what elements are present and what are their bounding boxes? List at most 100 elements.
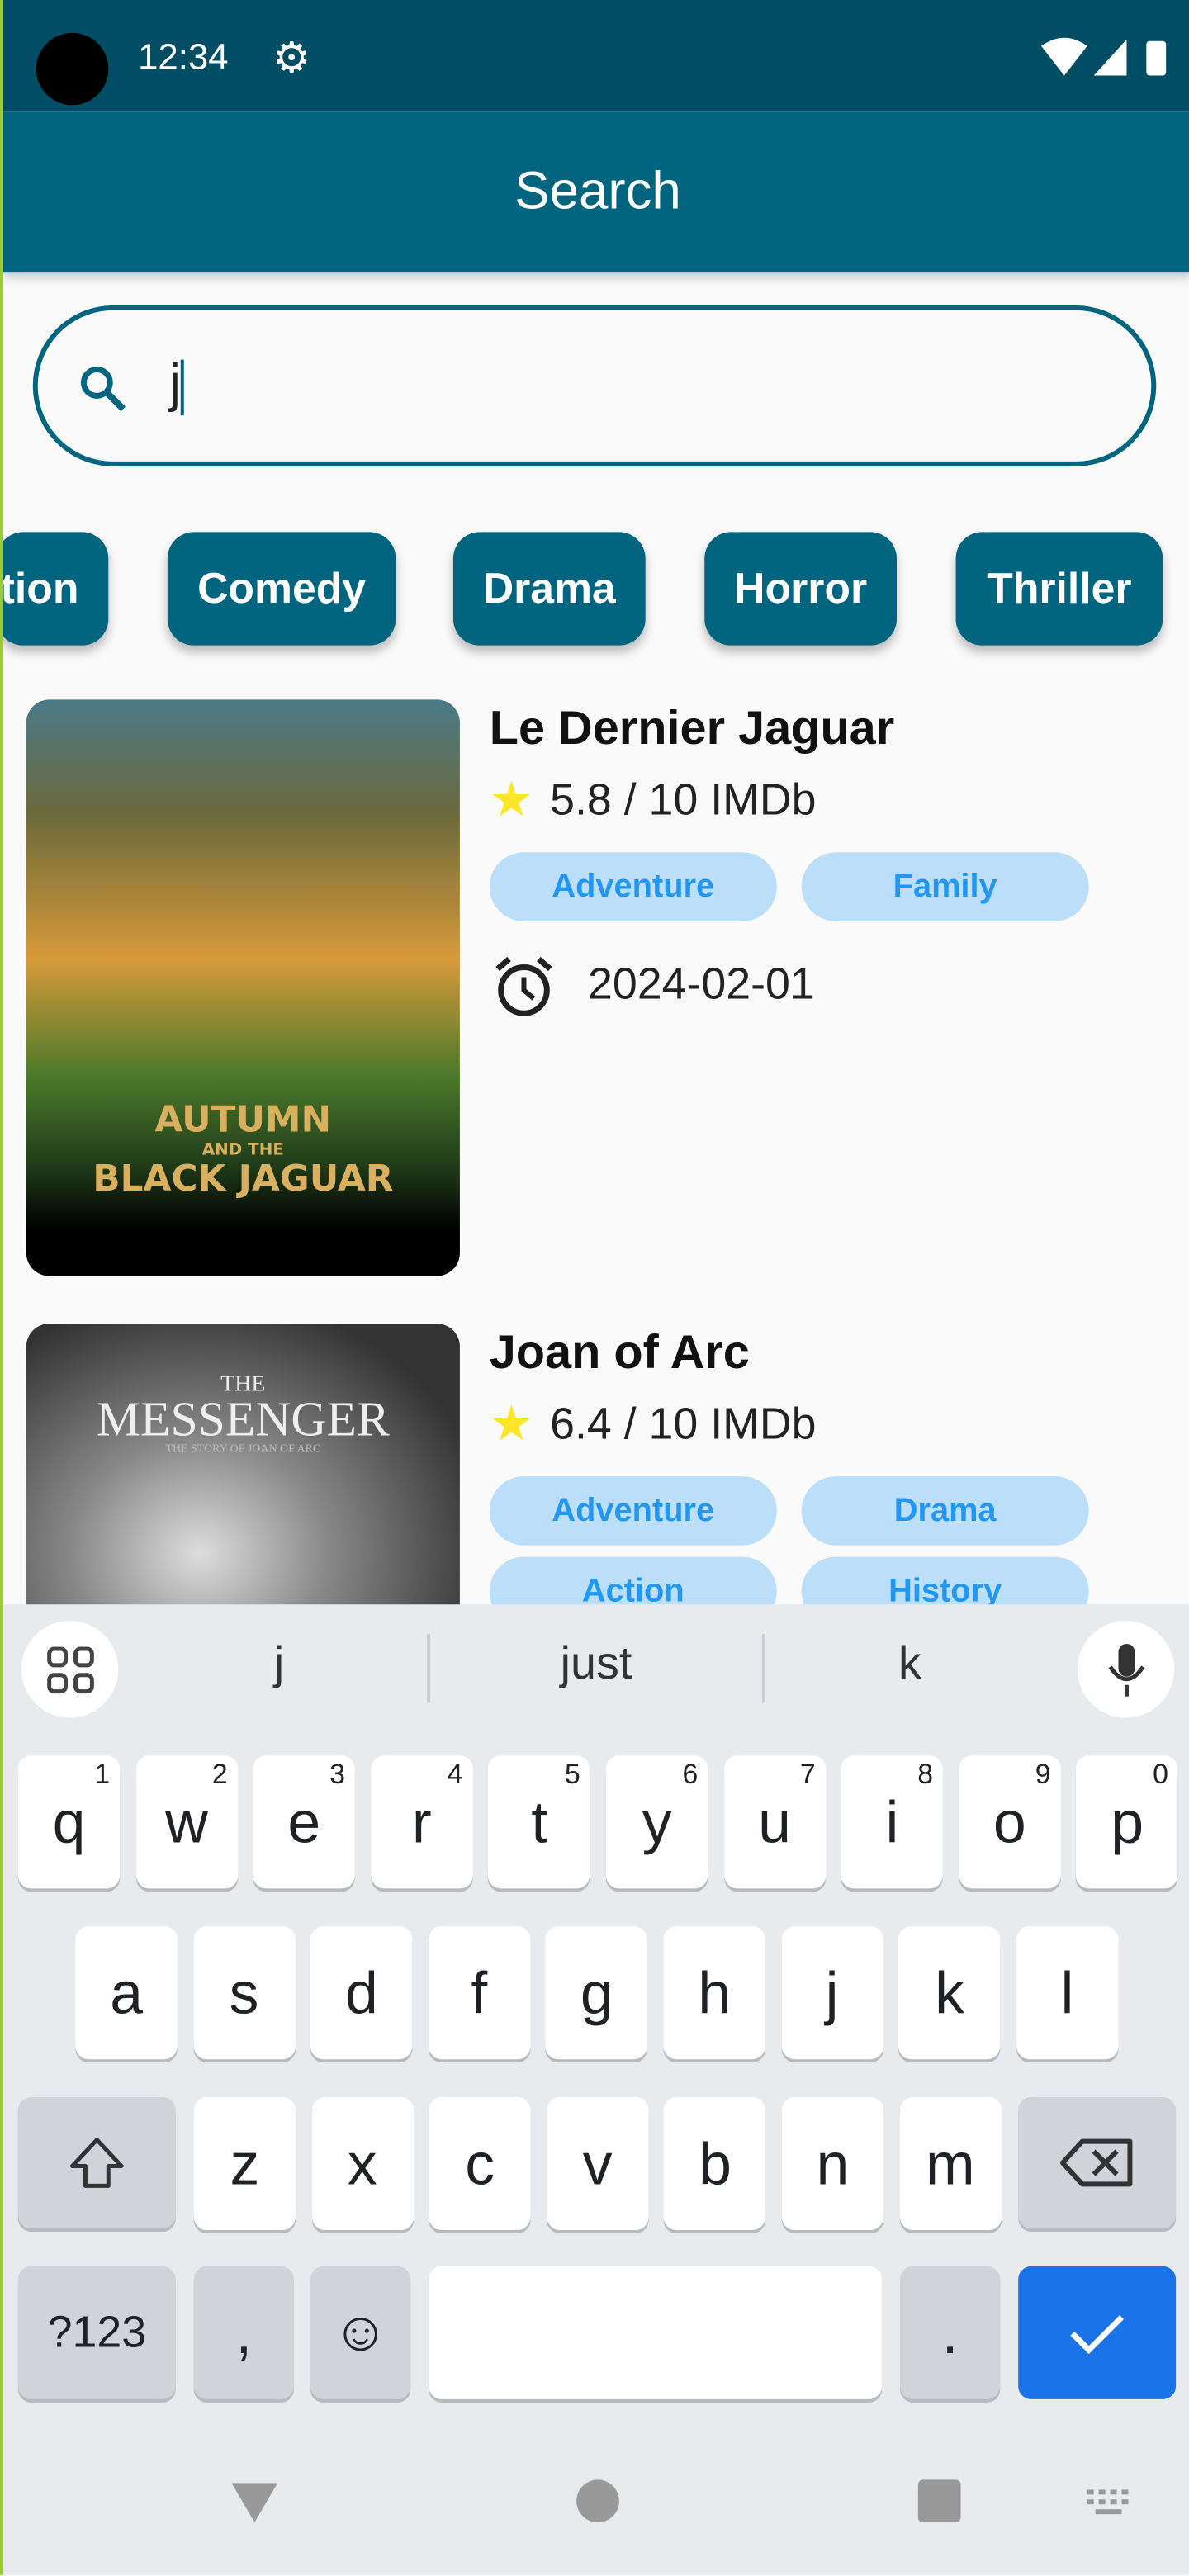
poster-text: BLACK JAGUAR: [92, 1159, 394, 1200]
letter-key[interactable]: f: [428, 1926, 531, 2060]
comma-key[interactable]: ,: [193, 2266, 295, 2399]
poster-text: AND THE: [201, 1141, 285, 1160]
star-icon: ★: [489, 1397, 534, 1452]
letter-key[interactable]: d: [310, 1926, 413, 2060]
letter-key[interactable]: t5: [488, 1755, 590, 1889]
emoji-key[interactable]: ☺: [310, 2266, 411, 2399]
key-label: k: [935, 1958, 964, 2026]
key-label: u: [758, 1788, 791, 1855]
key-label: w: [165, 1788, 208, 1855]
suggestion[interactable]: just: [440, 1637, 752, 1690]
movie-rating: ★ 5.8 / 10 IMDb: [490, 772, 817, 830]
microphone-icon[interactable]: [1077, 1621, 1175, 1718]
space-key[interactable]: [429, 2266, 883, 2399]
key-label: h: [698, 1958, 732, 2026]
movie-title[interactable]: Le Dernier Jaguar: [490, 703, 895, 757]
key-hint: 2: [211, 1759, 228, 1791]
letter-key[interactable]: o9: [959, 1755, 1061, 1889]
letter-key[interactable]: r4: [371, 1755, 473, 1889]
key-label: z: [230, 2129, 260, 2197]
search-input[interactable]: j: [32, 305, 1157, 466]
key-label: s: [229, 1958, 259, 2026]
shift-key[interactable]: [17, 2096, 176, 2229]
movie-poster[interactable]: THE MESSENGER THE STORY OF JOAN OF ARC: [26, 1324, 460, 1652]
letter-key[interactable]: y6: [605, 1755, 708, 1889]
battery-icon: [1146, 40, 1167, 76]
key-label: t: [531, 1788, 548, 1855]
movie-poster[interactable]: AUTUMN AND THE BLACK JAGUAR: [26, 699, 460, 1276]
genre-tag: Adventure: [489, 1476, 777, 1546]
divider: [427, 1634, 431, 1703]
settings-icon: ⚙: [272, 32, 311, 83]
key-label: y: [642, 1788, 672, 1855]
letter-key[interactable]: g: [546, 1926, 648, 2060]
letter-key[interactable]: n: [781, 2096, 884, 2231]
letter-key[interactable]: k: [898, 1926, 1001, 2060]
text-cursor: [181, 358, 184, 415]
status-bar: 12:34 ⚙: [2, 0, 1189, 112]
letter-key[interactable]: u7: [723, 1755, 826, 1889]
letter-key[interactable]: j: [780, 1926, 883, 2060]
signal-icon: [1093, 39, 1127, 76]
suggestion[interactable]: j: [123, 1637, 435, 1690]
key-label: n: [816, 2129, 850, 2197]
key-hint: 1: [94, 1759, 111, 1791]
key-label: v: [582, 2129, 613, 2197]
checkmark-icon: [1070, 2314, 1124, 2354]
suggestion[interactable]: k: [754, 1637, 1066, 1690]
recents-nav-icon[interactable]: [917, 2479, 961, 2523]
poster-text: AUTUMN: [154, 1100, 332, 1142]
status-icons: [1041, 37, 1167, 76]
alarm-clock-icon: [495, 956, 552, 1016]
emoji-icon: ☺: [332, 2300, 390, 2364]
letter-key[interactable]: b: [664, 2096, 766, 2231]
symbols-key[interactable]: ?123: [17, 2266, 176, 2399]
key-hint: 6: [682, 1759, 699, 1791]
letter-key[interactable]: z: [193, 2096, 296, 2231]
search-value: j: [168, 353, 182, 413]
key-label: e: [287, 1788, 321, 1855]
search-icon: [80, 367, 126, 412]
letter-key[interactable]: s: [192, 1926, 296, 2060]
letter-key[interactable]: x: [311, 2096, 414, 2231]
letter-key[interactable]: a: [75, 1926, 178, 2060]
backspace-icon: [1059, 2138, 1133, 2187]
letter-key[interactable]: q1: [17, 1755, 121, 1889]
genre-tag: Adventure: [489, 852, 777, 921]
apps-grid-icon[interactable]: [21, 1621, 119, 1718]
keyboard-hide-icon[interactable]: [1087, 2489, 1137, 2519]
release-date: 2024-02-01: [588, 959, 815, 1009]
key-label: r: [411, 1788, 432, 1855]
poster-text: THE STORY OF JOAN OF ARC: [165, 1442, 321, 1456]
genre-chip-comedy[interactable]: Comedy: [167, 532, 396, 646]
key-label: x: [347, 2129, 377, 2197]
letter-key[interactable]: v: [546, 2096, 649, 2231]
letter-key[interactable]: h: [663, 1926, 765, 2060]
letter-key[interactable]: e3: [253, 1755, 355, 1889]
home-nav-icon[interactable]: [576, 2479, 619, 2523]
letter-key[interactable]: c: [429, 2096, 531, 2231]
genre-chip-horror[interactable]: Horror: [704, 532, 897, 646]
backspace-key[interactable]: [1018, 2096, 1177, 2229]
letter-key[interactable]: m: [899, 2096, 1002, 2231]
enter-key[interactable]: [1018, 2266, 1177, 2399]
genre-tag: Family: [801, 852, 1089, 921]
back-nav-icon[interactable]: [228, 2479, 281, 2526]
star-icon: ★: [489, 773, 534, 828]
movie-title[interactable]: Joan of Arc: [490, 1327, 750, 1381]
rating-text: 5.8 / 10 IMDb: [550, 774, 817, 825]
letter-key[interactable]: i8: [841, 1755, 944, 1889]
genre-chip-action[interactable]: tion: [2, 532, 109, 646]
genre-chip-drama[interactable]: Drama: [452, 532, 646, 646]
key-label: l: [1060, 1958, 1074, 2026]
key-hint: 4: [447, 1759, 463, 1791]
key-label: f: [471, 1958, 488, 2026]
letter-key[interactable]: l: [1016, 1926, 1119, 2060]
key-label: j: [825, 1958, 839, 2026]
letter-key[interactable]: w2: [135, 1755, 238, 1889]
period-key[interactable]: .: [899, 2266, 1001, 2399]
key-label: c: [465, 2129, 495, 2197]
key-label: o: [992, 1788, 1026, 1855]
genre-chip-thriller[interactable]: Thriller: [955, 532, 1163, 646]
letter-key[interactable]: p0: [1076, 1755, 1178, 1889]
